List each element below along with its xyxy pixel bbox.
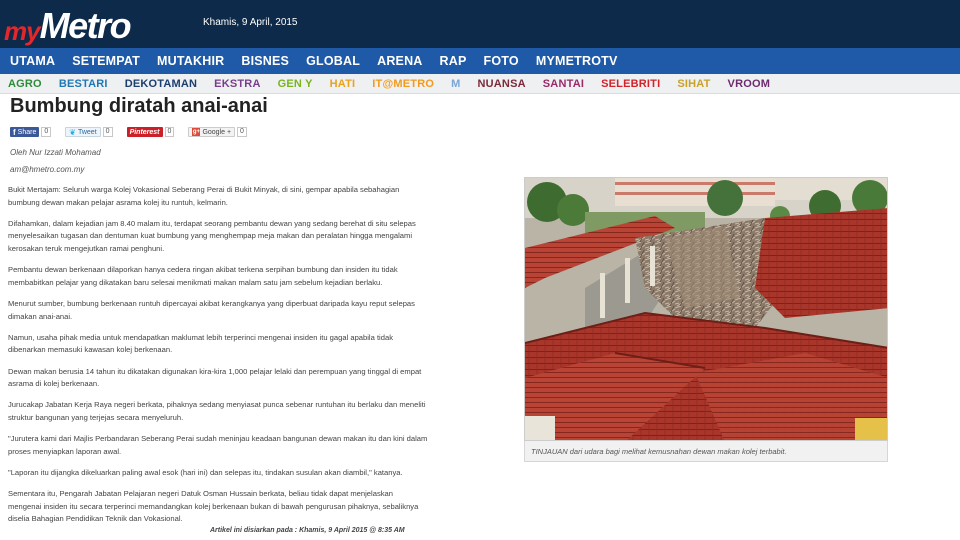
article-title: Bumbung diratah anai-anai	[10, 95, 268, 117]
pinterest-count: 0	[164, 127, 175, 137]
photo-caption: TINJAUAN dari udara bagi melihat kemusna…	[524, 441, 888, 462]
twitter-tweet-label: Tweet	[77, 128, 97, 136]
article-paragraph: "Jurutera kami dari Majlis Perbandaran S…	[8, 434, 428, 456]
nav-item-mutakhir[interactable]: MUTAKHIR	[157, 54, 224, 68]
article-paragraph: "Laporan itu dijangka dikeluarkan paling…	[8, 467, 403, 477]
nav-item-utama[interactable]: UTAMA	[10, 54, 55, 68]
subnav-item-hati[interactable]: HATI	[330, 78, 356, 90]
share-bar: f Share 0 ❦ Tweet 0 Pinterest 0 g+ Googl…	[10, 127, 261, 137]
nav-item-arena[interactable]: ARENA	[377, 54, 422, 68]
main-nav: UTAMA SETEMPAT MUTAKHIR BISNES GLOBAL AR…	[0, 48, 960, 74]
google-plus-label: Google +	[202, 128, 232, 136]
subnav-item-ekstra[interactable]: EKSTRA	[214, 78, 260, 90]
article-paragraph: Dewan makan berusia 14 tahun itu dikatak…	[8, 366, 422, 389]
google-plus-icon: g+	[192, 128, 201, 136]
logo-my-text: my	[4, 16, 41, 46]
facebook-icon: f	[13, 127, 16, 137]
article-paragraph: Difahamkan, dalam kejadian jam 8.40 mala…	[8, 218, 416, 253]
google-plus-count: 0	[237, 127, 247, 137]
article-paragraph: Jurucakap Jabatan Kerja Raya negeri berk…	[8, 400, 426, 422]
pinterest-label: Pinterest	[129, 128, 160, 136]
subnav-item-selebriti[interactable]: SELEBRITI	[601, 78, 660, 90]
logo-metro-text: Metro	[39, 5, 132, 46]
facebook-share-label: Share	[17, 128, 37, 136]
sub-nav: AGRO BESTARI DEKOTAMAN EKSTRA GEN Y HATI…	[0, 74, 960, 94]
subnav-item-dekotaman[interactable]: DEKOTAMAN	[125, 78, 197, 90]
subnav-item-sihat[interactable]: SIHAT	[677, 78, 710, 90]
subnav-item-agro[interactable]: AGRO	[8, 78, 42, 90]
nav-item-foto[interactable]: FOTO	[484, 54, 519, 68]
article-paragraph: Sementara itu, Pengarah Jabatan Pelajara…	[8, 489, 419, 524]
facebook-share-count: 0	[41, 127, 52, 137]
article-body: Bukit Mertajam: Seluruh warga Kolej Voka…	[8, 184, 428, 534]
mymetro-logo[interactable]: my Metro	[4, 4, 132, 46]
article-paragraph: Bukit Mertajam: Seluruh warga Kolej Voka…	[8, 185, 400, 207]
subnav-item-nuansa[interactable]: NUANSA	[478, 78, 526, 90]
google-plus-button[interactable]: g+ Google +	[188, 127, 236, 137]
twitter-icon: ❦	[69, 127, 76, 137]
article-published-note: Artikel ini disiarkan pada : Khamis, 9 A…	[210, 527, 405, 534]
header-date: Khamis, 9 April, 2015	[203, 17, 298, 28]
facebook-share-button[interactable]: f Share	[10, 127, 40, 137]
subnav-item-gen-y[interactable]: GEN Y	[278, 78, 313, 90]
article-paragraph: Pembantu dewan berkenaan dilaporkan hany…	[8, 265, 398, 287]
article-author: Oleh Nur Izzati Mohamad	[10, 148, 101, 157]
site-header: my Metro Khamis, 9 April, 2015	[0, 0, 960, 48]
twitter-tweet-button[interactable]: ❦ Tweet	[65, 127, 101, 137]
nav-item-setempat[interactable]: SETEMPAT	[72, 54, 140, 68]
twitter-tweet-count: 0	[102, 127, 113, 137]
pinterest-button[interactable]: Pinterest	[126, 127, 163, 137]
collapsed-roof-photo	[525, 178, 887, 440]
subnav-item-itmetro[interactable]: IT@METRO	[372, 78, 434, 90]
article-paragraph: Menurut sumber, bumbung berkenaan runtuh…	[8, 298, 415, 321]
subnav-item-vroom[interactable]: VROOM	[728, 78, 771, 90]
subnav-item-santai[interactable]: SANTAI	[543, 78, 584, 90]
nav-item-rap[interactable]: RAP	[440, 54, 467, 68]
subnav-item-m[interactable]: M	[451, 78, 460, 90]
author-email[interactable]: am@hmetro.com.my	[10, 165, 84, 174]
nav-item-bisnes[interactable]: BISNES	[241, 54, 289, 68]
nav-item-mymetrotv[interactable]: MYMETROTV	[536, 54, 618, 68]
subnav-item-bestari[interactable]: BESTARI	[59, 78, 108, 90]
article-paragraph: Namun, usaha pihak media untuk mendapatk…	[8, 332, 393, 355]
article-photo[interactable]	[524, 177, 888, 441]
nav-item-global[interactable]: GLOBAL	[306, 54, 360, 68]
